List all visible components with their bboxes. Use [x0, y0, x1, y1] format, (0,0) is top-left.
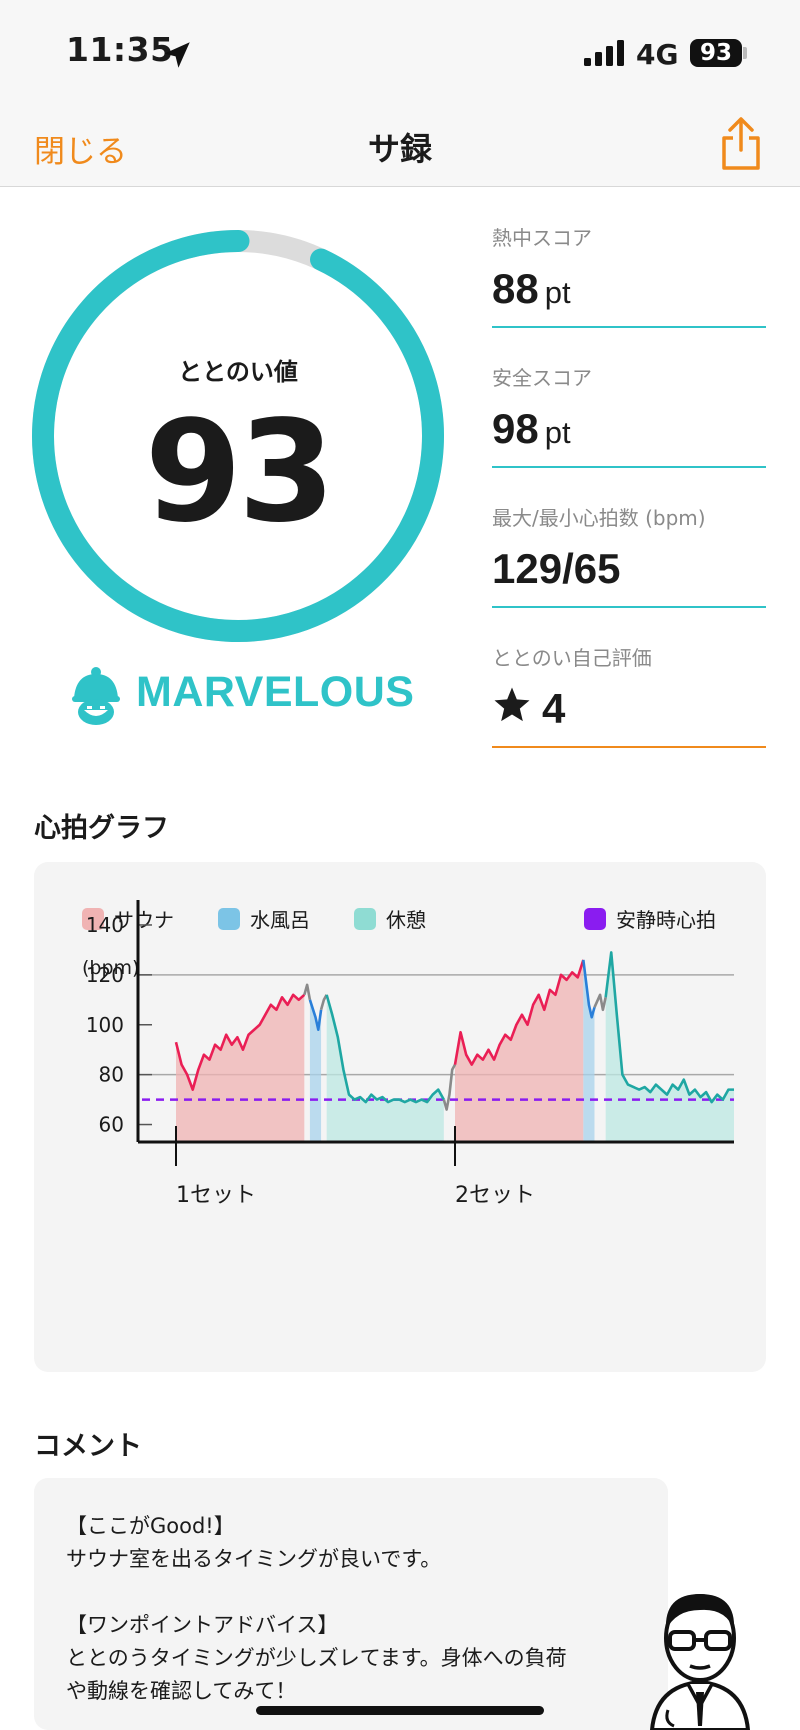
home-indicator	[256, 1706, 544, 1715]
doctor-avatar-icon	[649, 1594, 751, 1730]
stat-safety-score: 安全スコア 98 pt	[492, 362, 766, 468]
legend-swatch	[584, 908, 606, 930]
y-tick-label: 140	[86, 913, 124, 937]
stat-self-rating[interactable]: ととのい自己評価 4	[492, 642, 766, 748]
stat-underline	[492, 466, 766, 468]
status-time: 11:35	[66, 30, 174, 69]
y-tick-label: 60	[99, 1113, 124, 1137]
stat-label: 安全スコア	[492, 366, 592, 390]
legend-swatch	[354, 908, 376, 930]
gauge-value: 93	[144, 391, 336, 554]
share-icon[interactable]	[718, 116, 764, 172]
phase-area-cold	[583, 959, 595, 1142]
stat-label: 最大/最小心拍数 (bpm)	[492, 506, 706, 530]
legend-label: 休憩	[386, 908, 426, 932]
comment-line: 【ここがGood!】	[66, 1514, 235, 1538]
set-label: 2セット	[455, 1183, 535, 1208]
comment-line: サウナ室を出るタイミングが良いです。	[66, 1547, 442, 1571]
comment-line: や動線を確認してみて！	[66, 1679, 297, 1703]
stat-heart-rate: 最大/最小心拍数 (bpm) 129/65	[492, 502, 766, 608]
legend-label: 水風呂	[250, 908, 310, 932]
set-label: 1セット	[176, 1183, 256, 1208]
rank-label: MARVELOUS	[136, 668, 415, 716]
legend-swatch	[218, 908, 240, 930]
stat-value: 129/65	[492, 545, 621, 592]
hr-line-transition	[593, 993, 607, 1012]
network-type: 4G	[636, 38, 679, 71]
stat-value: 4	[492, 685, 766, 733]
hr-line-transition	[319, 994, 328, 1011]
comment-heading: コメント	[34, 1431, 142, 1462]
stat-value: 88 pt	[492, 265, 571, 312]
cellular-signal-icon	[584, 40, 624, 66]
y-tick-label: 100	[86, 1013, 124, 1037]
gauge-label: ととのい値	[178, 358, 298, 386]
comment-text: 【ここがGood!】 サウナ室を出るタイミングが良いです。 【ワンポイントアドバ…	[66, 1510, 656, 1708]
star-icon	[494, 687, 530, 722]
stat-underline	[492, 326, 766, 328]
battery-indicator: 93	[690, 39, 742, 67]
phase-area-sauna	[455, 959, 584, 1142]
phase-area-sauna	[176, 994, 305, 1142]
stat-underline	[492, 746, 766, 748]
heart-rate-chart: サウナ 水風呂 休憩 安静時心拍(bpm)14012010080601セット 2セット	[82, 900, 734, 1208]
heart-graph-heading: 心拍グラフ	[34, 813, 169, 844]
y-tick-label: 80	[99, 1063, 124, 1087]
y-tick-label: 120	[86, 963, 124, 987]
phase-area-rest	[605, 952, 734, 1142]
hr-line-transition	[442, 1064, 457, 1111]
stat-label: ととのい自己評価	[492, 646, 652, 670]
comment-line: ととのうタイミングが少しズレてます。身体への負荷	[66, 1646, 567, 1670]
stat-label: 熱中スコア	[492, 226, 592, 250]
sauna-hat-icon	[72, 667, 120, 725]
battery-tip	[743, 47, 747, 59]
page-title: サ録	[367, 130, 432, 168]
comment-line	[66, 1576, 656, 1609]
stat-underline	[492, 606, 766, 608]
legend-label: 安静時心拍	[616, 908, 716, 932]
stat-value: 98 pt	[492, 405, 571, 452]
location-arrow-icon	[164, 42, 190, 68]
comment-line: 【ワンポイントアドバイス】	[66, 1613, 339, 1637]
hr-line-transition	[303, 983, 312, 1001]
stat-heat-score: 熱中スコア 88 pt	[492, 222, 766, 328]
